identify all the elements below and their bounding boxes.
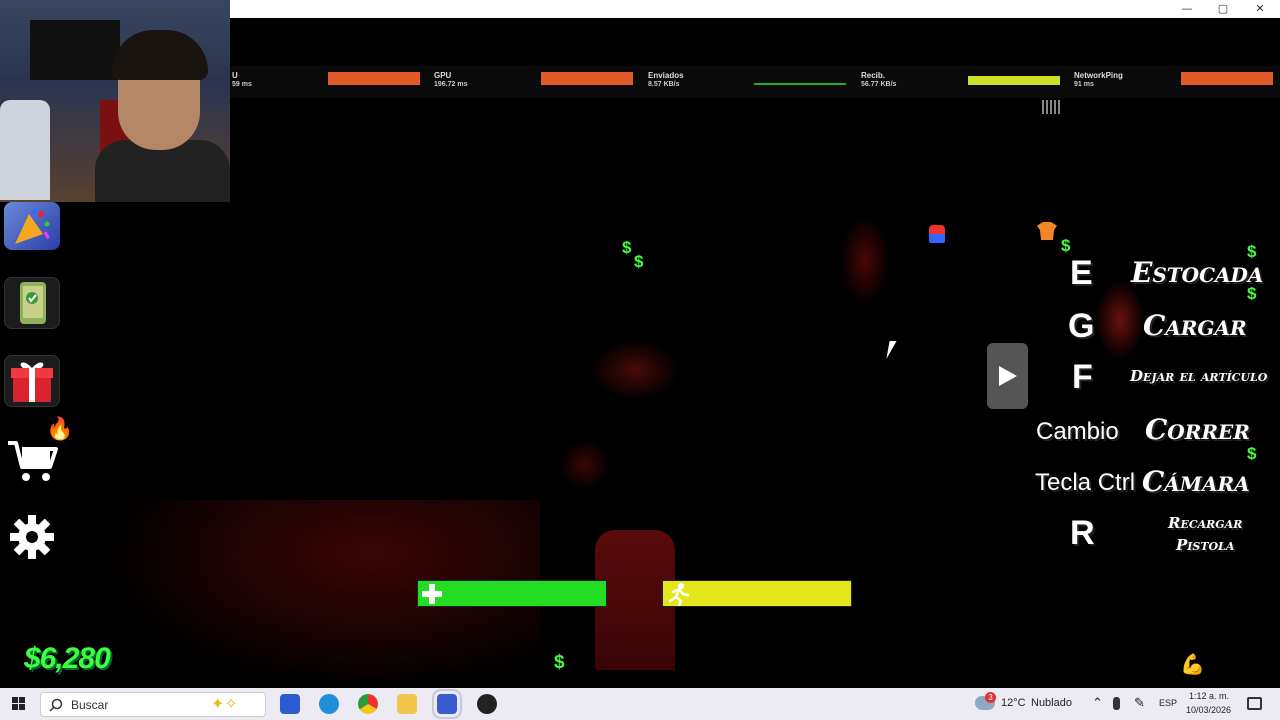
stat-label: GPU <box>434 71 452 80</box>
start-button[interactable] <box>0 688 38 720</box>
hint-action: Cargar <box>1143 309 1247 342</box>
clock-time[interactable]: 1:12 a. m. <box>1189 691 1229 701</box>
stat-ping: NetworkPing 91 ms <box>1074 66 1279 98</box>
hint-action: Cámara <box>1142 465 1250 498</box>
webcam-person-hair <box>112 30 208 80</box>
hint-key: Cambio <box>1036 418 1119 445</box>
shirt-icon <box>1037 222 1057 240</box>
money-marker-icon: $ <box>1061 236 1071 255</box>
hint-key: R <box>1070 514 1095 552</box>
play-button[interactable] <box>987 343 1028 409</box>
siren-icon <box>929 225 945 243</box>
stamina-bar <box>662 580 852 607</box>
stat-value: 196.72 ms <box>434 81 468 88</box>
stat-label: Recib. <box>861 71 886 80</box>
performance-stats: U 59 ms GPU 196.72 ms Enviados 8.57 KB/s… <box>230 66 1280 98</box>
stat-cpu: U 59 ms <box>232 66 427 98</box>
phone-button[interactable] <box>4 277 60 329</box>
windows-logo-icon <box>12 697 25 710</box>
fire-icon: 🔥 <box>46 416 74 441</box>
money-marker-icon: $ <box>634 252 644 271</box>
taskbar-calculator-icon[interactable] <box>280 694 300 714</box>
taskbar-folder-icon[interactable] <box>397 694 417 714</box>
scene-shape <box>1095 280 1145 360</box>
weather-temp[interactable]: 12°C <box>1001 697 1026 709</box>
stat-value: 56.77 KB/s <box>861 81 897 88</box>
mouse-cursor-icon <box>886 341 897 359</box>
clock-date[interactable]: 10/03/2026 <box>1186 705 1231 715</box>
weather-badge: 3 <box>985 692 996 703</box>
stat-gpu: GPU 196.72 ms <box>434 66 634 98</box>
money-marker-icon: $ <box>1247 444 1257 463</box>
hint-action-line1: Recargar <box>1168 514 1243 532</box>
language-indicator[interactable]: ESP <box>1159 698 1177 708</box>
stat-value: 59 ms <box>232 81 252 88</box>
notifications-icon[interactable] <box>1247 697 1262 710</box>
stat-graph <box>1181 72 1273 85</box>
webcam-overlay <box>0 0 230 202</box>
health-bar <box>417 580 607 607</box>
microphone-icon[interactable] <box>1113 697 1120 710</box>
settings-button[interactable] <box>4 511 60 563</box>
weather-description[interactable]: Nublado <box>1031 697 1072 709</box>
taskbar-search[interactable]: Buscar ✦✧ <box>40 692 266 717</box>
taskbar-obs-icon[interactable] <box>477 694 497 714</box>
stat-label: U <box>232 71 238 80</box>
stat-graph <box>328 72 420 85</box>
money-marker-icon: $ <box>554 652 565 673</box>
flex-arm-icon: 💪 <box>1180 654 1205 676</box>
taskbar-roblox-icon[interactable] <box>432 689 462 719</box>
hint-key: F <box>1072 358 1093 396</box>
taskbar-outlook-icon[interactable] <box>319 694 339 714</box>
stats-grip-icon[interactable] <box>1042 100 1060 114</box>
restore-button[interactable]: ▢ <box>1205 0 1241 18</box>
screen: — ▢ ✕ U 59 ms GPU 196.72 ms Enviados 8.5… <box>0 0 1280 720</box>
scene-shape <box>590 340 680 400</box>
stat-received: Recib. 56.77 KB/s <box>861 66 1061 98</box>
hint-action-line2: Pistola <box>1176 536 1235 554</box>
hint-key: Tecla Ctrl <box>1035 469 1136 496</box>
search-icon <box>49 698 63 712</box>
scene-shape <box>840 215 890 305</box>
party-popper-icon <box>15 207 50 244</box>
gear-icon <box>10 515 54 559</box>
minimize-button[interactable]: — <box>1169 0 1205 18</box>
taskbar-chrome-icon[interactable] <box>358 694 378 714</box>
sparkle-icon: ✦✧ <box>211 696 238 713</box>
stat-label: NetworkPing <box>1074 71 1123 80</box>
gift-button[interactable] <box>4 355 60 407</box>
hint-action: Estocada <box>1131 256 1264 289</box>
stat-label: Enviados <box>648 71 684 80</box>
webcam-chair <box>0 100 50 200</box>
stat-graph <box>541 72 633 85</box>
close-button[interactable]: ✕ <box>1242 0 1278 18</box>
hint-key: E <box>1070 254 1093 292</box>
phone-icon <box>20 282 46 324</box>
webcam-background <box>30 20 120 80</box>
health-plus-icon <box>422 584 442 604</box>
chevron-up-icon[interactable]: ⌃ <box>1092 695 1103 711</box>
stat-value: 91 ms <box>1074 81 1094 88</box>
scene-shape <box>560 440 610 490</box>
search-placeholder: Buscar <box>71 698 109 712</box>
money-marker-icon: $ <box>622 238 632 257</box>
party-button[interactable] <box>4 202 60 250</box>
hint-action: Correr <box>1145 413 1250 446</box>
pen-icon[interactable]: ✎ <box>1134 695 1145 711</box>
stat-graph <box>754 83 846 85</box>
money-counter: $6,280 <box>24 642 111 675</box>
hint-key: G <box>1068 307 1095 345</box>
running-person-icon <box>668 583 690 606</box>
hint-action: Dejar el artículo <box>1130 367 1268 385</box>
taskbar: Buscar ✦✧ 3 12°C Nublado ⌃ ✎ ESP 1:12 a.… <box>0 688 1280 720</box>
stat-value: 8.57 KB/s <box>648 81 680 88</box>
stat-graph <box>968 76 1060 85</box>
gift-icon <box>11 362 53 402</box>
stat-sent: Enviados 8.57 KB/s <box>648 66 848 98</box>
